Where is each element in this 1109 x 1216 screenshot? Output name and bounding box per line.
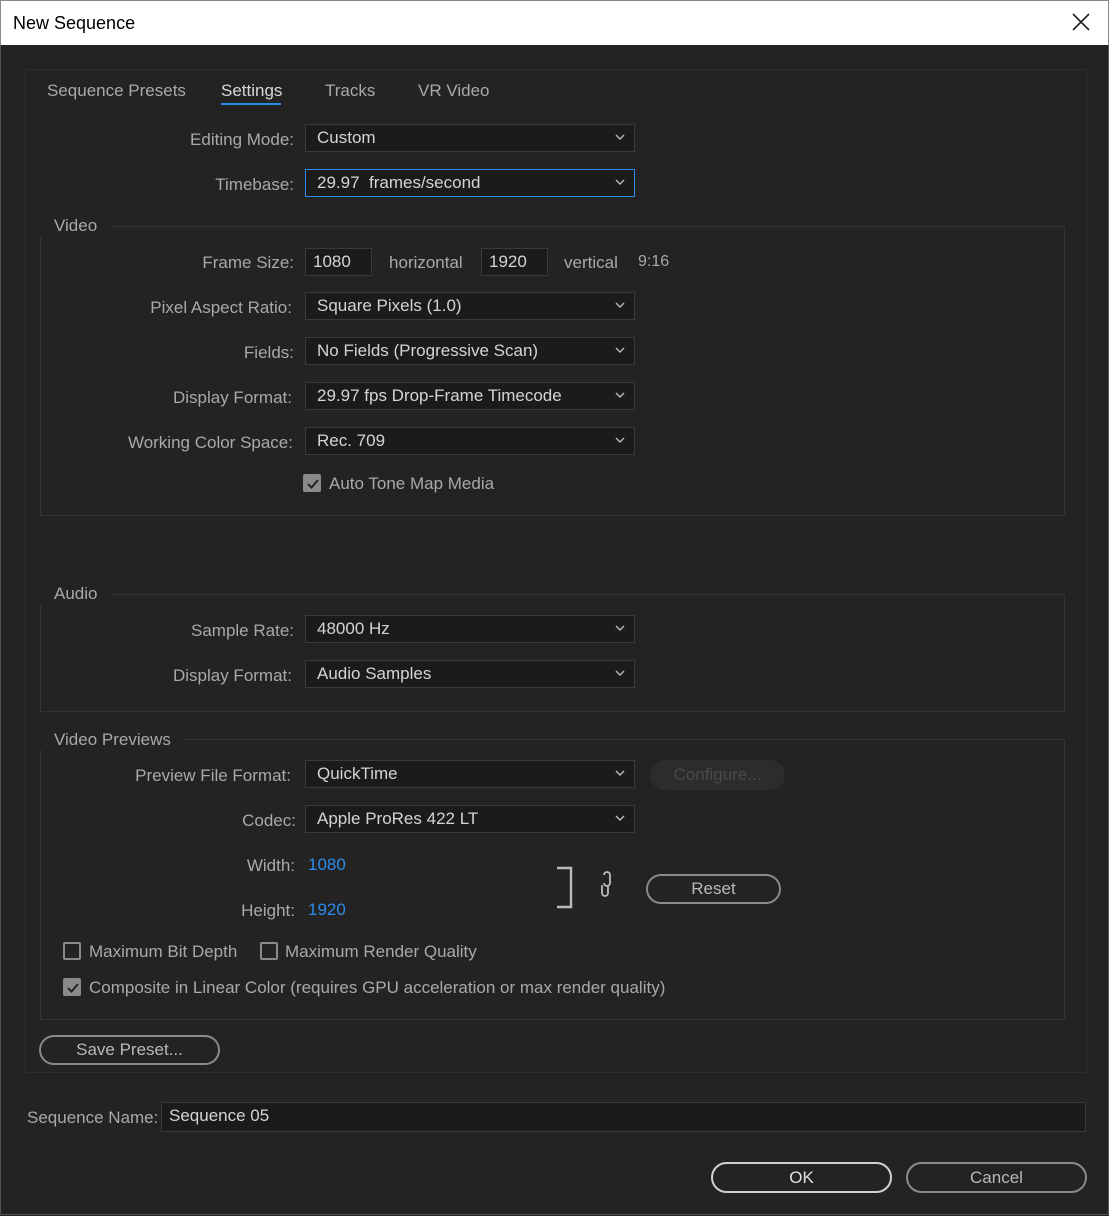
- editing-mode-value: Custom: [317, 128, 376, 147]
- chevron-down-icon: [615, 625, 625, 631]
- audio-display-format-label: Display Format:: [172, 666, 292, 685]
- auto-tone-map-label: Auto Tone Map Media: [329, 474, 495, 493]
- sample-rate-select[interactable]: 48000 Hz: [305, 615, 635, 643]
- cancel-button[interactable]: Cancel: [906, 1162, 1087, 1193]
- configure-button[interactable]: Configure...: [650, 760, 785, 790]
- editing-mode-select[interactable]: Custom: [305, 124, 635, 152]
- preview-height-label: Height:: [241, 901, 295, 920]
- link-chain-icon[interactable]: [596, 871, 616, 899]
- frame-size-label: Frame Size:: [202, 253, 294, 272]
- video-display-format-value: 29.97 fps Drop-Frame Timecode: [317, 386, 562, 405]
- audio-group-title: Audio: [40, 584, 112, 604]
- preview-file-format-value: QuickTime: [317, 764, 398, 783]
- reset-button[interactable]: Reset: [646, 874, 781, 904]
- video-group-title: Video: [40, 216, 112, 236]
- preview-file-format-label: Preview File Format:: [135, 766, 291, 785]
- fields-select[interactable]: No Fields (Progressive Scan): [305, 337, 635, 365]
- window-title: New Sequence: [13, 13, 136, 33]
- preview-width-label: Width:: [246, 856, 295, 875]
- chevron-down-icon: [615, 302, 625, 308]
- checkmark-icon: [307, 479, 319, 489]
- pixel-aspect-ratio-select[interactable]: Square Pixels (1.0): [305, 292, 635, 320]
- chevron-down-icon: [615, 815, 625, 821]
- chevron-down-icon: [615, 347, 625, 353]
- preview-height-value[interactable]: 1920: [308, 900, 346, 920]
- chevron-down-icon: [615, 437, 625, 443]
- tab-sequence-presets[interactable]: Sequence Presets: [47, 81, 186, 101]
- codec-select[interactable]: Apple ProRes 422 LT: [305, 805, 635, 833]
- save-preset-button[interactable]: Save Preset...: [39, 1035, 220, 1065]
- auto-tone-map-checkbox[interactable]: [303, 474, 321, 492]
- aspect-ratio-readout: 9:16: [638, 253, 670, 270]
- chevron-down-icon: [615, 179, 625, 185]
- audio-group: [40, 594, 1065, 712]
- ok-button[interactable]: OK: [711, 1162, 892, 1193]
- working-color-space-select[interactable]: Rec. 709: [305, 427, 635, 455]
- sample-rate-label: Sample Rate:: [191, 621, 294, 640]
- max-bit-depth-checkbox[interactable]: [63, 942, 81, 960]
- sequence-name-label: Sequence Name:: [27, 1108, 159, 1127]
- tab-settings[interactable]: Settings: [221, 81, 282, 101]
- codec-label: Codec:: [242, 811, 296, 830]
- editing-mode-label: Editing Mode:: [190, 130, 294, 149]
- tab-tracks[interactable]: Tracks: [325, 81, 375, 101]
- fields-label: Fields:: [243, 343, 294, 362]
- chevron-down-icon: [615, 770, 625, 776]
- frame-width-input[interactable]: 1080: [305, 248, 372, 276]
- composite-linear-label: Composite in Linear Color (requires GPU …: [89, 978, 666, 997]
- codec-value: Apple ProRes 422 LT: [317, 809, 479, 828]
- preview-width-value[interactable]: 1080: [308, 855, 346, 875]
- timebase-select[interactable]: 29.97 frames/second: [305, 169, 635, 197]
- audio-display-format-value: Audio Samples: [317, 664, 432, 683]
- dialog-body: Sequence Presets Settings Tracks VR Vide…: [0, 45, 1109, 1215]
- composite-linear-checkbox[interactable]: [63, 978, 81, 996]
- preview-file-format-select[interactable]: QuickTime: [305, 760, 635, 788]
- sequence-name-input[interactable]: Sequence 05: [161, 1102, 1086, 1132]
- sample-rate-value: 48000 Hz: [317, 619, 390, 638]
- timebase-label: Timebase:: [215, 175, 294, 194]
- tab-vr-video[interactable]: VR Video: [418, 81, 490, 101]
- close-icon[interactable]: [1068, 9, 1094, 35]
- chevron-down-icon: [615, 392, 625, 398]
- working-color-space-value: Rec. 709: [317, 431, 386, 450]
- horizontal-label: horizontal: [389, 253, 463, 272]
- max-render-quality-checkbox[interactable]: [260, 942, 278, 960]
- max-bit-depth-label: Maximum Bit Depth: [89, 942, 238, 961]
- title-bar: New Sequence: [0, 0, 1109, 45]
- bracket-icon: [557, 866, 573, 909]
- audio-display-format-select[interactable]: Audio Samples: [305, 660, 635, 688]
- checkmark-icon: [67, 983, 79, 993]
- active-tab-indicator: [221, 103, 281, 105]
- working-color-space-label: Working Color Space:: [127, 433, 293, 452]
- fields-value: No Fields (Progressive Scan): [317, 341, 539, 360]
- pixel-aspect-ratio-value: Square Pixels (1.0): [317, 296, 462, 315]
- chevron-down-icon: [615, 134, 625, 140]
- video-display-format-select[interactable]: 29.97 fps Drop-Frame Timecode: [305, 382, 635, 410]
- video-display-format-label: Display Format:: [172, 388, 292, 407]
- max-render-quality-label: Maximum Render Quality: [285, 942, 477, 961]
- video-previews-group-title: Video Previews: [40, 730, 185, 750]
- pixel-aspect-ratio-label: Pixel Aspect Ratio:: [150, 298, 292, 317]
- vertical-label: vertical: [564, 253, 618, 272]
- timebase-value: 29.97 frames/second: [317, 173, 481, 192]
- chevron-down-icon: [615, 670, 625, 676]
- frame-height-input[interactable]: 1920: [481, 248, 548, 276]
